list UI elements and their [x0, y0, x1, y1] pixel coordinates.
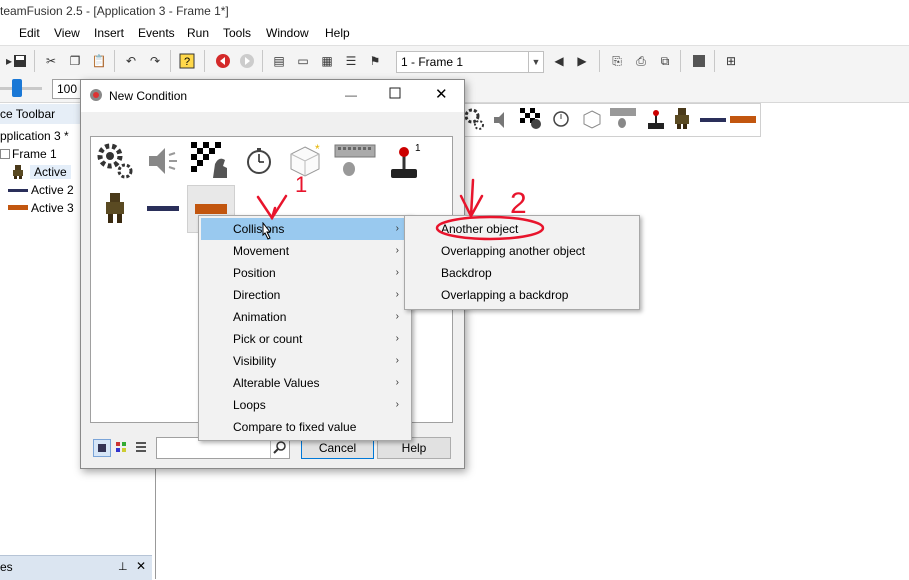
- annotation-number-2: 2: [510, 187, 527, 220]
- annotation-circle: [435, 215, 545, 241]
- annotation-arrow-1-stem: [270, 206, 277, 220]
- red-annotation-overlay: 1 2: [256, 172, 545, 241]
- annotation-number-1: 1: [295, 172, 307, 197]
